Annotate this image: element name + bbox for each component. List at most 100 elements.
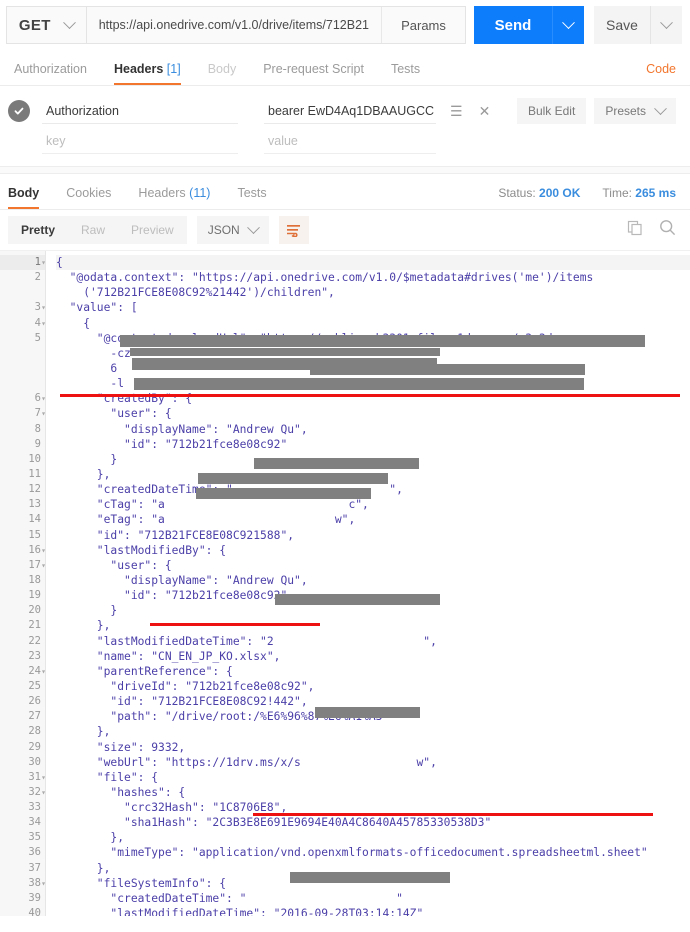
response-tab-body[interactable]: Body [8, 186, 52, 209]
fold-toggle-icon[interactable]: ▾ [37, 391, 46, 406]
header-row-actions: ☰ ✕ [450, 104, 490, 118]
tab-pre-request-script[interactable]: Pre-request Script [263, 62, 377, 85]
list-menu-icon[interactable]: ☰ [450, 104, 463, 118]
http-method-selector[interactable]: GET [6, 6, 87, 44]
code-line: }, [56, 619, 111, 633]
tab-label: Authorization [14, 62, 87, 76]
tab-count: [1] [166, 62, 181, 76]
send-button[interactable]: Send [474, 6, 552, 44]
tab-label: Headers [138, 186, 186, 200]
line-number [0, 285, 45, 300]
code-line: }, [56, 831, 125, 845]
tab-authorization[interactable]: Authorization [14, 62, 100, 85]
presets-button[interactable]: Presets [594, 98, 676, 124]
fold-toggle-icon[interactable]: ▾ [37, 876, 46, 891]
header-key-placeholder[interactable]: key [42, 128, 238, 154]
response-tabs: Body Cookies Headers (11) Tests Status: … [0, 174, 690, 210]
copy-icon[interactable] [627, 220, 643, 241]
response-tab-tests[interactable]: Tests [237, 186, 279, 209]
fold-toggle-icon[interactable]: ▾ [37, 316, 46, 331]
tab-label: Cookies [66, 186, 112, 200]
code-line: "@content.downloadUrl": "https://public-… [56, 331, 553, 345]
status-label: Status: [498, 186, 536, 200]
fold-toggle-icon[interactable]: ▾ [37, 300, 46, 315]
line-number [0, 346, 45, 361]
fold-toggle-icon[interactable]: ▾ [37, 558, 46, 573]
checkmark-icon[interactable] [8, 100, 30, 122]
response-tab-headers[interactable]: Headers (11) [138, 186, 223, 209]
fold-toggle-icon[interactable]: ▾ [37, 770, 46, 785]
tab-label: Tests [237, 186, 267, 200]
view-mode-group: Pretty Raw Preview [8, 216, 187, 244]
line-number: 38 ▾ [0, 876, 46, 891]
fold-toggle-icon[interactable]: ▾ [37, 785, 46, 800]
view-preview[interactable]: Preview [118, 216, 187, 244]
fold-toggle-icon[interactable]: ▾ [37, 664, 46, 679]
code-line: "user": { [56, 407, 172, 421]
section-divider [0, 166, 690, 174]
search-icon[interactable] [659, 219, 676, 241]
tab-body[interactable]: Body [208, 62, 250, 85]
fold-toggle-icon[interactable]: ▾ [37, 543, 46, 558]
header-key-input[interactable]: Authorization [42, 98, 238, 124]
word-wrap-icon [287, 224, 301, 237]
fold-toggle-icon[interactable]: ▾ [37, 406, 46, 421]
send-options-button[interactable] [552, 6, 584, 44]
url-input[interactable]: https://api.onedrive.com/v1.0/drive/item… [86, 7, 381, 43]
line-number: 33 [28, 801, 41, 814]
save-group: Save [594, 6, 682, 44]
line-number: 32 ▾ [0, 785, 46, 800]
status-value: 200 OK [539, 186, 581, 200]
chevron-down-icon [654, 101, 667, 115]
http-method-label: GET [18, 16, 51, 34]
save-options-button[interactable] [650, 6, 682, 44]
tab-label: Pre-request Script [263, 62, 364, 76]
code-line: "size": 9332, [56, 740, 186, 754]
chevron-down-icon [562, 15, 575, 29]
save-button[interactable]: Save [594, 6, 650, 44]
header-value-input[interactable]: bearer EwD4Aq1DBAAUGCC [264, 98, 436, 124]
response-meta: Status: 200 OK Time: 265 ms [498, 186, 676, 209]
code-link[interactable]: Code [646, 62, 676, 85]
code-line: "driveId": "712b21fce8e08c92", [56, 679, 315, 693]
view-raw[interactable]: Raw [68, 216, 118, 244]
chevron-down-icon [63, 15, 76, 29]
line-number: 20 [28, 604, 41, 617]
tab-tests[interactable]: Tests [391, 62, 433, 85]
json-code[interactable]: { "@odata.context": "https://api.onedriv… [46, 251, 690, 916]
fold-toggle-icon[interactable]: ▾ [37, 255, 46, 270]
params-button[interactable]: Params [381, 7, 465, 43]
line-number: 35 [28, 831, 41, 844]
header-value-placeholder[interactable]: value [264, 128, 436, 154]
line-number: 21 [28, 619, 41, 632]
word-wrap-button[interactable] [278, 216, 309, 244]
code-line: "webUrl": "https://1drv.ms/x/s w", [56, 755, 437, 769]
code-line: }, [56, 861, 111, 875]
line-number: 2 [34, 271, 41, 284]
line-number: 36 [28, 846, 41, 859]
view-pretty[interactable]: Pretty [8, 216, 68, 244]
line-number: 16 ▾ [0, 543, 46, 558]
response-tab-cookies[interactable]: Cookies [66, 186, 124, 209]
headers-actions: Bulk Edit Presets [516, 98, 676, 124]
format-selector[interactable]: JSON [196, 216, 269, 244]
line-number: 34 [28, 816, 41, 829]
time-label: Time: [602, 186, 632, 200]
body-toolbar: Pretty Raw Preview JSON [0, 210, 690, 250]
tab-headers[interactable]: Headers [1] [113, 62, 194, 85]
time-value: 265 ms [635, 186, 676, 200]
tab-label: Body [8, 186, 40, 200]
line-number: 22 [28, 634, 41, 647]
close-icon[interactable]: ✕ [479, 104, 491, 118]
line-number: 15 [28, 528, 41, 541]
format-label: JSON [207, 223, 240, 237]
header-row: Authorization bearer EwD4Aq1DBAAUGCC ☰ ✕… [8, 96, 676, 126]
bulk-edit-button[interactable]: Bulk Edit [516, 98, 587, 124]
response-body-viewer[interactable]: 1 ▾ 2 3 ▾ 4 ▾ 5 6 ▾ 7 ▾ 8 9 10 11 12 13 14 15 16 ▾ 17 ▾ 18 19 20 21… [0, 250, 690, 916]
line-number: 6 ▾ [0, 391, 46, 406]
status-badge: Status: 200 OK [498, 186, 580, 200]
tab-label: Tests [390, 62, 421, 76]
code-line: "lastModifiedDateTime": "2 ", [56, 634, 437, 648]
code-line: }, [56, 725, 111, 739]
code-line: "parentReference": { [56, 664, 233, 678]
